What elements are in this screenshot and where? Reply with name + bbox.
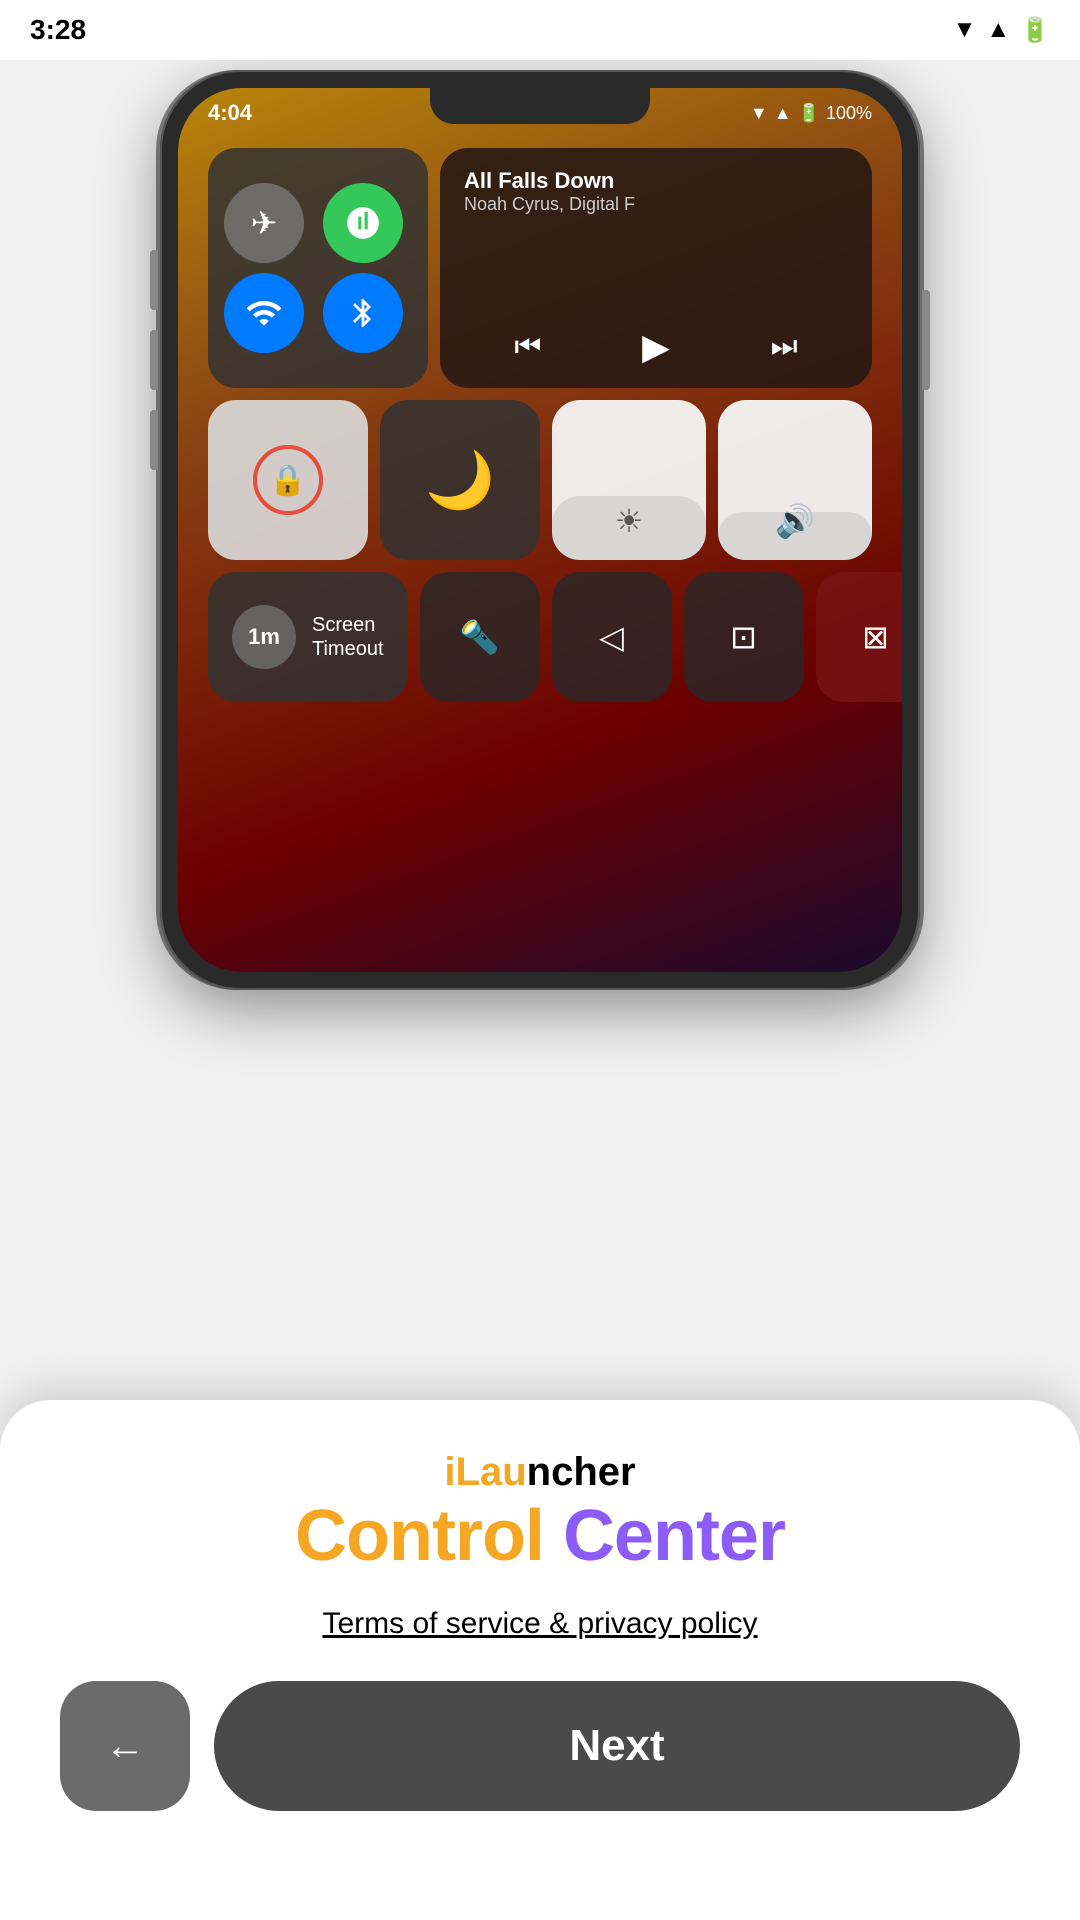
rewind-button[interactable]: ⏮ bbox=[514, 330, 541, 364]
status-icons: ▼ ▲ 🔋 bbox=[953, 16, 1050, 45]
subtitle-purple: Center bbox=[563, 1496, 785, 1576]
app-name-orange: iLau bbox=[444, 1450, 526, 1494]
back-button[interactable]: ← bbox=[60, 1681, 190, 1811]
back-arrow-icon: ← bbox=[105, 1724, 145, 1769]
night-mode-panel[interactable]: 🌙 bbox=[380, 400, 540, 560]
airplane-mode-button[interactable]: ✈ bbox=[224, 183, 304, 263]
bottom-row: 1m ScreenTimeout 🔦 ◁ ⊡ ⊠ bbox=[208, 572, 872, 702]
rotate-lock-panel[interactable]: 🔒 bbox=[208, 400, 368, 560]
phone-notch bbox=[430, 88, 650, 124]
phone-time: 4:04 bbox=[208, 100, 252, 126]
phone-status-right: ▼ ▲ 🔋 100% bbox=[750, 103, 872, 124]
next-button[interactable]: Next bbox=[214, 1681, 1020, 1811]
phone-wifi-icon: ▼ bbox=[750, 103, 768, 124]
extra-button-4[interactable]: ⊠ bbox=[816, 572, 902, 702]
fast-forward-button[interactable]: ⏭ bbox=[771, 330, 798, 364]
app-subtitle: Control Center bbox=[295, 1495, 785, 1577]
phone-battery-pct: 100% bbox=[826, 103, 872, 124]
phone-mockup: 4:04 ▼ ▲ 🔋 100% ✈ bbox=[160, 70, 920, 990]
extra-button-2[interactable]: ◁ bbox=[552, 572, 672, 702]
wifi-icon: ▼ bbox=[953, 16, 977, 44]
phone-screen: 4:04 ▼ ▲ 🔋 100% ✈ bbox=[178, 88, 902, 972]
play-button[interactable]: ▶ bbox=[642, 326, 670, 368]
extra-button-3[interactable]: ⊡ bbox=[684, 572, 804, 702]
volume-slider[interactable]: 🔊 bbox=[718, 400, 872, 560]
battery-icon: 🔋 bbox=[1020, 16, 1050, 45]
lock-symbol: 🔒 bbox=[269, 463, 306, 498]
rotate-lock-icon: 🔒 bbox=[253, 445, 323, 515]
next-label: Next bbox=[569, 1721, 664, 1771]
control-center: ✈ bbox=[208, 148, 872, 952]
subtitle-orange: Control bbox=[295, 1496, 544, 1576]
top-row: ✈ bbox=[208, 148, 872, 388]
android-status-bar: 3:28 ▼ ▲ 🔋 bbox=[0, 0, 1080, 60]
bottom-buttons: ← Next bbox=[60, 1681, 1020, 1811]
middle-row: 🔒 🌙 ☀ bbox=[208, 400, 872, 560]
brightness-slider[interactable]: ☀ bbox=[552, 400, 706, 560]
app-branding: iLauncher Control Center bbox=[295, 1450, 785, 1577]
sliders-area: ☀ 🔊 bbox=[552, 400, 872, 560]
extra-icons: 🔦 ◁ ⊡ ⊠ bbox=[420, 572, 902, 702]
connectivity-panel: ✈ bbox=[208, 148, 428, 388]
terms-link[interactable]: Terms of service & privacy policy bbox=[322, 1607, 757, 1641]
music-controls: ⏮ ▶ ⏭ bbox=[464, 326, 848, 368]
screen-timeout-panel[interactable]: 1m ScreenTimeout bbox=[208, 572, 408, 702]
bottom-sheet: iLauncher Control Center Terms of servic… bbox=[0, 1400, 1080, 1920]
phone-frame: 4:04 ▼ ▲ 🔋 100% ✈ bbox=[160, 70, 920, 990]
screen-timeout-label: ScreenTimeout bbox=[312, 613, 384, 661]
volume-icon: 🔊 bbox=[775, 502, 815, 540]
app-name: iLauncher bbox=[295, 1450, 785, 1495]
bluetooth-button[interactable] bbox=[323, 273, 403, 353]
signal-icon: ▲ bbox=[986, 16, 1010, 44]
wifi-toggle-button[interactable] bbox=[224, 273, 304, 353]
app-name-black: ncher bbox=[527, 1450, 636, 1494]
status-time: 3:28 bbox=[30, 14, 86, 46]
flashlight-button[interactable]: 🔦 bbox=[420, 572, 540, 702]
music-artist: Noah Cyrus, Digital F bbox=[464, 194, 848, 215]
moon-icon: 🌙 bbox=[425, 447, 495, 513]
music-info: All Falls Down Noah Cyrus, Digital F bbox=[464, 168, 848, 215]
cellular-button[interactable] bbox=[323, 183, 403, 263]
timeout-value: 1m bbox=[232, 605, 296, 669]
music-title: All Falls Down bbox=[464, 168, 848, 194]
brightness-icon: ☀ bbox=[615, 502, 644, 540]
music-panel: All Falls Down Noah Cyrus, Digital F ⏮ ▶… bbox=[440, 148, 872, 388]
phone-signal-icon: ▲ bbox=[774, 103, 792, 124]
phone-battery-icon: 🔋 bbox=[798, 103, 820, 124]
